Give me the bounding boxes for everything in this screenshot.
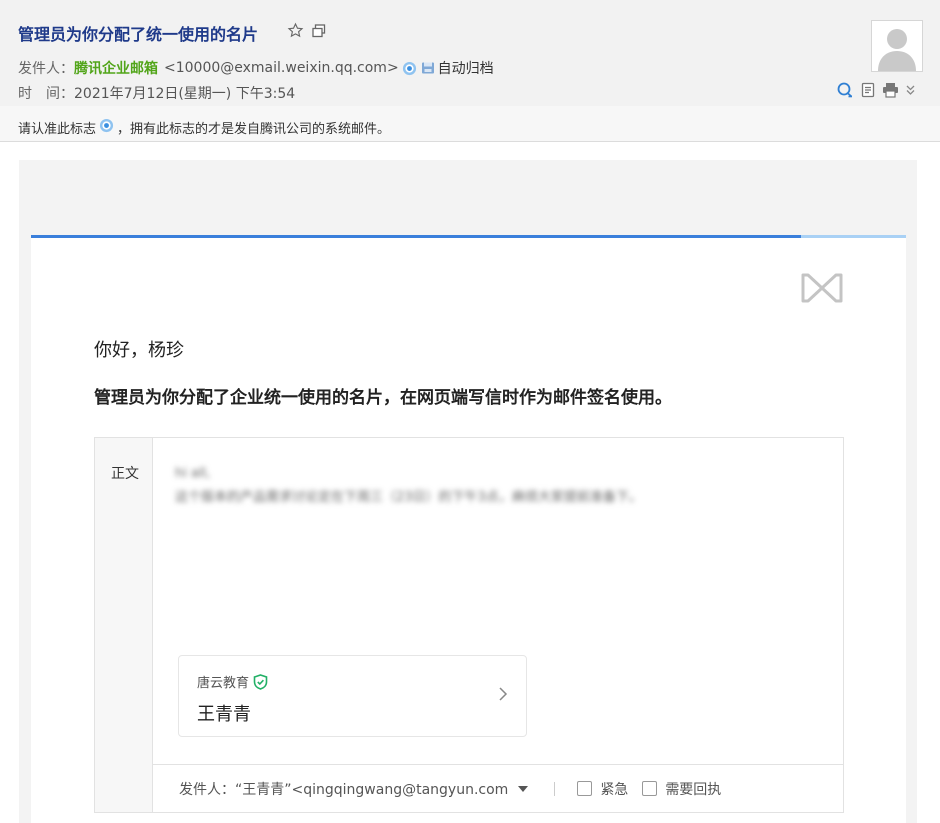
sender-label: 发件人： (18, 61, 74, 77)
preview-sidebar: 正文 (95, 438, 153, 812)
subject-icons (287, 22, 326, 39)
business-card[interactable]: 唐云教育 王青青 (178, 655, 527, 737)
signature-preview: 正文 hi all, 这个版本的产品需求讨论定在下周三（23日）的下午3点，麻烦… (94, 437, 844, 813)
sender-email[interactable]: <10000@exmail.weixin.qq.com> (164, 60, 399, 76)
note-icon[interactable] (860, 82, 876, 98)
time-row: 时 间： 2021年7月12日(星期一) 下午3:54 (18, 83, 295, 103)
greeting: 你好，杨珍 (94, 340, 184, 361)
dropdown-caret-icon[interactable] (518, 785, 529, 792)
notice-text-after: ，拥有此标志的才是发自腾讯公司的系统邮件。 (117, 122, 391, 137)
urgent-label: 紧急 (600, 781, 629, 798)
lead-text: 管理员为你分配了企业统一使用的名片，在网页端写信时作为邮件签名使用。 (94, 388, 672, 408)
body-label: 正文 (111, 466, 139, 482)
auto-archive-link[interactable]: 自动归档 (438, 58, 494, 78)
card-person-name: 王青青 (197, 704, 251, 725)
company-name: 唐云教育 (197, 676, 250, 691)
checkbox-box[interactable] (577, 781, 593, 796)
card-company: 唐云教育 (197, 672, 268, 691)
print-icon[interactable] (882, 82, 899, 98)
checkbox-box[interactable] (642, 781, 658, 796)
archive-icon (421, 61, 435, 75)
sender-name[interactable]: 腾讯企业邮箱 (74, 58, 158, 78)
compose-footer: 发件人：“王青青”<qingqingwang@tangyun.com 紧急 需要… (153, 764, 843, 812)
mail-header: 管理员为你分配了统一使用的名片 发件人： 腾讯企业邮箱 <10000@exmai… (0, 0, 940, 106)
new-window-icon[interactable] (312, 23, 326, 38)
time-label: 时 间： (18, 86, 74, 102)
divider (554, 781, 556, 796)
sender-row: 发件人： 腾讯企业邮箱 <10000@exmail.weixin.qq.com>… (18, 58, 494, 78)
reply-icon[interactable] (836, 81, 854, 99)
receipt-label: 需要回执 (665, 781, 722, 798)
blurred-line: 这个版本的产品需求讨论定在下周三（23日）的下午3点，麻烦大家提前准备下。 (175, 490, 642, 505)
more-chevron-icon[interactable] (905, 84, 916, 96)
receipt-checkbox[interactable]: 需要回执 (642, 779, 721, 799)
accent-bar-light (801, 235, 906, 238)
star-icon[interactable] (287, 22, 304, 39)
verified-shield-icon (253, 673, 268, 690)
sender-avatar[interactable] (871, 20, 923, 72)
chevron-right-icon (498, 686, 508, 706)
blurred-body-text: hi all, 这个版本的产品需求讨论定在下周三（23日）的下午3点，麻烦大家提… (175, 462, 642, 510)
verified-icon (402, 61, 417, 76)
accent-bar (31, 235, 801, 238)
exmail-logo-icon (800, 272, 844, 308)
time-value: 2021年7月12日(星期一) 下午3:54 (74, 86, 296, 102)
urgent-checkbox[interactable]: 紧急 (577, 779, 628, 799)
mail-toolbar (836, 81, 916, 99)
notice-text-before: 请认准此标志 (18, 122, 97, 137)
from-select[interactable]: 发件人：“王青青”<qingqingwang@tangyun.com (179, 779, 508, 799)
official-mark-icon (99, 118, 114, 133)
blurred-line: hi all, (175, 466, 211, 481)
mail-subject: 管理员为你分配了统一使用的名片 (18, 25, 259, 44)
security-notice: 请认准此标志 ，拥有此标志的才是发自腾讯公司的系统邮件。 (0, 106, 940, 142)
